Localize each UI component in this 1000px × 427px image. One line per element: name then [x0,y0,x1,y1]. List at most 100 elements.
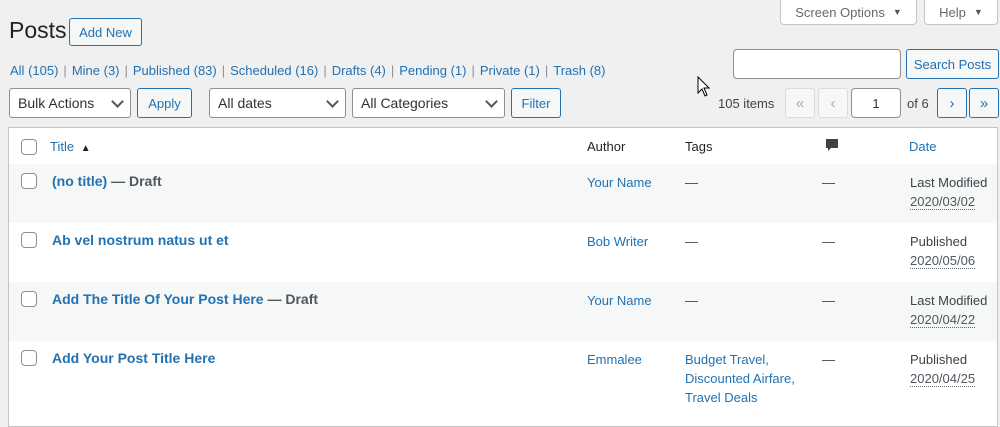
post-status: Last Modified [910,175,988,190]
next-page-button[interactable]: › [937,88,967,118]
current-page-input[interactable] [851,88,901,118]
status-filter-drafts[interactable]: Drafts (4) [332,63,386,78]
last-page-button[interactable]: » [969,88,999,118]
post-title-text: Ab vel nostrum natus ut et [52,232,229,248]
caret-down-icon: ▼ [892,7,902,17]
post-state: — Draft [107,173,162,189]
status-filter-mine[interactable]: Mine (3) [72,63,120,78]
row-checkbox[interactable] [21,173,37,189]
status-filter-label: Mine [71,63,100,78]
help-label: Help [939,4,966,20]
bulk-actions-select[interactable]: Bulk Actions [9,88,131,118]
status-filter-label: Pending [399,63,447,78]
author-link[interactable]: Bob Writer [587,232,648,251]
status-filter-count: (16) [291,63,319,78]
post-title-link[interactable]: (no title) — Draft [52,172,162,191]
status-filter-count: (8) [585,63,606,78]
categories-value: All Categories [361,95,449,111]
status-filter-pending[interactable]: Pending (1) [399,63,466,78]
status-filter-trash[interactable]: Trash (8) [553,63,605,78]
screen-options-button[interactable]: Screen Options ▼ [780,0,917,25]
comments-count: — [822,175,835,190]
status-filter-label: All [10,63,25,78]
table-row: Ab vel nostrum natus ut et Bob Writer — — Pu… [9,223,997,282]
separator: | [221,63,226,78]
column-date-header[interactable]: Date [909,137,936,156]
status-filter-private[interactable]: Private (1) [480,63,540,78]
tag-link[interactable]: Travel Deals [685,388,757,407]
column-author-header: Author [587,139,626,154]
post-title-link[interactable]: Add Your Post Title Here [52,349,215,368]
status-filter-all[interactable]: All (105) [10,63,58,78]
post-date: 2020/03/02 [910,192,976,211]
page-title: Posts [9,17,67,43]
status-filter-count: (105) [24,63,59,78]
table-row: Add Your Post Title Here Emmalee Budget Tr… [9,341,997,405]
dates-select[interactable]: All dates [209,88,346,118]
post-state: — Draft [263,291,319,307]
post-date-value: 2020/03/02 [910,194,976,210]
tags-empty: — [685,175,698,190]
dates-value: All dates [218,95,272,111]
prev-page-button[interactable]: ‹ [818,88,848,118]
post-title-link[interactable]: Add The Title Of Your Post Here — Draft [52,290,318,309]
post-date-value: 2020/05/06 [910,253,976,269]
status-filter-count: (4) [366,63,386,78]
categories-select[interactable]: All Categories [352,88,505,118]
mouse-cursor-icon [697,76,711,97]
status-filter-label: Scheduled [230,63,292,78]
post-date: 2020/04/22 [910,310,976,329]
status-filter-label: Private [479,63,521,78]
post-title-text: Add The Title Of Your Post Here [52,291,264,307]
author-link[interactable]: Your Name [587,173,652,192]
row-checkbox[interactable] [21,232,37,248]
separator: | [124,63,128,78]
caret-down-icon: ▼ [973,7,983,17]
status-filter-count: (83) [190,63,217,78]
separator: | [544,63,549,78]
status-filter-label: Published [132,63,190,78]
total-pages: of 6 [907,96,929,111]
author-link[interactable]: Your Name [587,291,652,310]
help-button[interactable]: Help ▼ [924,0,998,25]
row-checkbox[interactable] [21,291,37,307]
post-date-value: 2020/04/22 [910,312,976,328]
author-link[interactable]: Emmalee [587,350,642,369]
items-count: 105 items [718,96,775,111]
tags-empty: — [685,293,698,308]
first-page-button[interactable]: « [785,88,815,118]
comment-bubble-icon[interactable] [825,138,839,153]
row-checkbox[interactable] [21,350,37,366]
post-date: 2020/04/25 [910,369,976,388]
status-filter-count: (1) [446,63,467,78]
status-filter-count: (1) [520,63,540,78]
select-all-checkbox[interactable] [21,139,37,155]
apply-button[interactable]: Apply [137,88,192,118]
posts-table: Title ▲ Author Tags Date (no title) — Dr… [8,127,998,427]
tag-link[interactable]: Discounted Airfare, [685,369,795,388]
status-filter-scheduled[interactable]: Scheduled (16) [230,63,318,78]
table-row: (no title) — Draft Your Name — — Last Modifi… [9,164,997,223]
chevron-down-icon [111,95,124,108]
search-posts-button[interactable]: Search Posts [906,49,999,79]
post-date-value: 2020/04/25 [910,371,976,387]
tag-link[interactable]: Budget Travel, [685,350,769,369]
search-input[interactable] [733,49,901,79]
comments-count: — [822,293,835,308]
post-title-link[interactable]: Ab vel nostrum natus ut et [52,231,229,250]
add-new-button[interactable]: Add New [69,18,142,46]
tags-empty: — [685,234,698,249]
separator: | [63,63,67,78]
status-filter-label: Trash [553,63,586,78]
post-status: Published [910,352,968,367]
column-title-label: Title [50,139,75,154]
post-date: 2020/05/06 [910,251,976,270]
post-title-text: (no title) [52,173,108,189]
separator: | [471,63,475,78]
comments-count: — [822,234,835,249]
column-title-header[interactable]: Title ▲ [50,137,91,158]
table-header: Title ▲ Author Tags Date [9,128,997,165]
filter-button[interactable]: Filter [511,88,561,118]
screen-options-label: Screen Options [795,4,885,20]
status-filter-published[interactable]: Published (83) [133,63,217,78]
